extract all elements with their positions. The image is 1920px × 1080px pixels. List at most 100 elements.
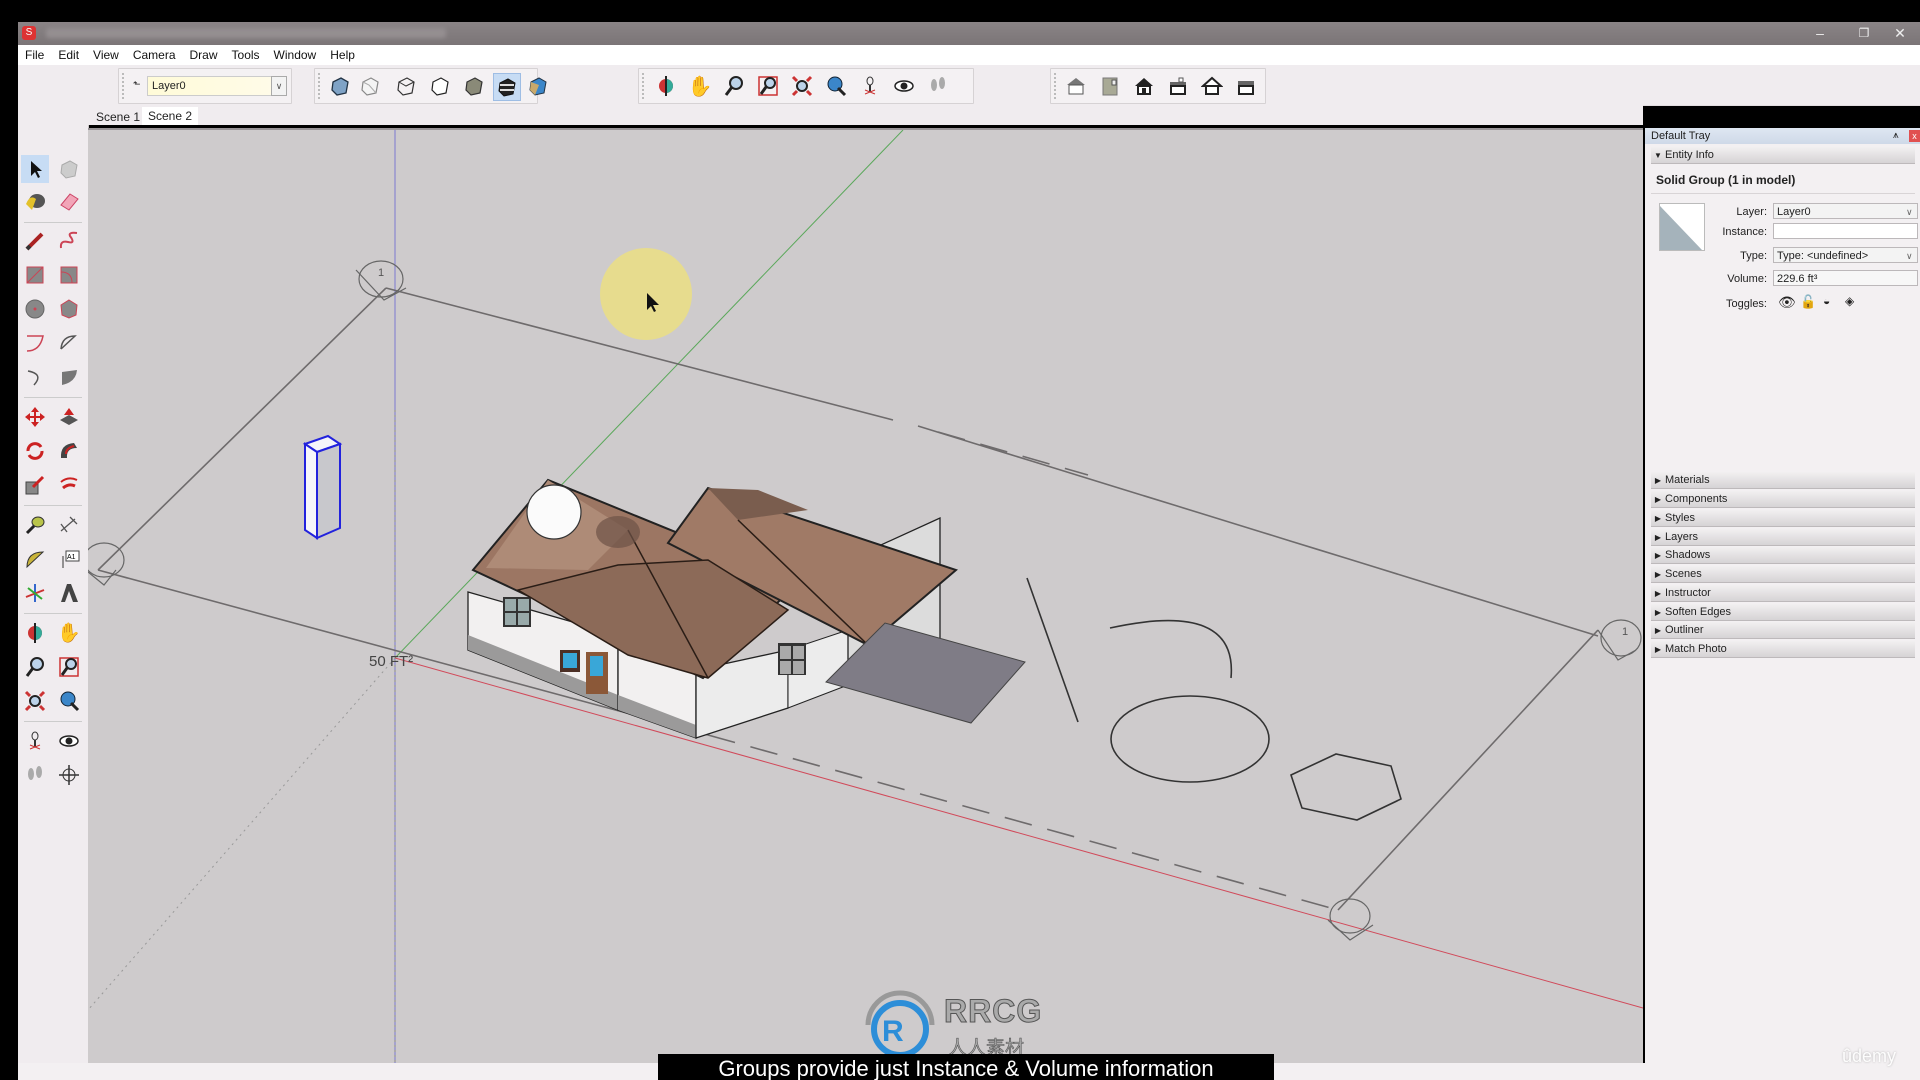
zoom-extents-icon[interactable] (789, 73, 815, 99)
freehand-icon[interactable] (55, 227, 83, 255)
previous-view-icon[interactable] (823, 73, 849, 99)
axes-icon[interactable] (21, 579, 49, 607)
pan-hand-icon[interactable]: ✋ (687, 73, 713, 99)
eraser-icon[interactable] (55, 187, 83, 215)
push-pull-icon[interactable] (55, 403, 83, 431)
panel-match-photo[interactable]: ▶ Match Photo (1651, 641, 1915, 658)
right-view-icon[interactable] (1165, 73, 1191, 99)
walk-footprints-icon[interactable] (925, 73, 951, 99)
pan-hand-icon[interactable]: ✋ (55, 619, 83, 647)
position-camera-icon[interactable] (21, 727, 49, 755)
menu-window[interactable]: Window (267, 45, 324, 65)
orbit-icon[interactable] (21, 619, 49, 647)
xray-style-icon[interactable] (327, 73, 353, 99)
menu-tools[interactable]: Tools (225, 45, 267, 65)
dimension-icon[interactable] (55, 511, 83, 539)
rotated-rectangle-icon[interactable] (55, 261, 83, 289)
rectangle-icon[interactable] (21, 261, 49, 289)
model-viewport[interactable]: 1 1 50 FT² R RRCG 人人素材 (88, 128, 1643, 1065)
wireframe-style-icon[interactable] (393, 73, 419, 99)
menu-view[interactable]: View (86, 45, 126, 65)
shaded-style-icon[interactable] (461, 73, 487, 99)
orbit-icon[interactable] (653, 73, 679, 99)
tape-measure-icon[interactable] (21, 511, 49, 539)
polygon-icon[interactable] (55, 295, 83, 323)
hexagon-object[interactable] (1290, 753, 1402, 821)
look-around-eye-icon[interactable] (55, 727, 83, 755)
circle-object[interactable] (1110, 695, 1270, 783)
panel-outliner[interactable]: ▶ Outliner (1651, 622, 1915, 639)
look-around-eye-icon[interactable] (891, 73, 917, 99)
panel-scenes[interactable]: ▶ Scenes (1651, 566, 1915, 583)
zoom-icon[interactable] (21, 653, 49, 681)
front-view-icon[interactable] (1131, 73, 1157, 99)
menu-file[interactable]: File (18, 45, 51, 65)
move-icon[interactable] (21, 403, 49, 431)
instance-input[interactable] (1773, 223, 1918, 239)
panel-soften-edges[interactable]: ▶ Soften Edges (1651, 604, 1915, 621)
pin-icon[interactable]: ⩚ (1893, 128, 1899, 144)
circle-icon[interactable] (21, 295, 49, 323)
panel-materials[interactable]: ▶ Materials (1651, 472, 1915, 489)
type-select[interactable]: Type: <undefined> ∨ (1773, 247, 1918, 263)
menu-edit[interactable]: Edit (51, 45, 86, 65)
zoom-extents-icon[interactable] (21, 687, 49, 715)
menu-help[interactable]: Help (323, 45, 362, 65)
arc-icon[interactable] (21, 329, 49, 357)
close-icon[interactable]: ✕ (1878, 22, 1920, 45)
select-arrow-icon[interactable] (21, 155, 49, 183)
layer-select[interactable]: Layer0 ∨ (1773, 203, 1918, 219)
panel-styles[interactable]: ▶ Styles (1651, 510, 1915, 527)
two-point-arc-icon[interactable] (55, 329, 83, 357)
text-label-icon[interactable]: A1 (55, 545, 83, 573)
walk-footprints-icon[interactable] (21, 761, 49, 789)
panel-layers[interactable]: ▶ Layers (1651, 529, 1915, 546)
layer-dropdown[interactable]: Layer0 (147, 76, 273, 96)
visibility-eye-icon[interactable]: 👁 (1778, 294, 1796, 311)
panel-components[interactable]: ▶ Components (1651, 491, 1915, 508)
zoom-icon[interactable] (721, 73, 747, 99)
iso-view-icon[interactable] (1063, 73, 1089, 99)
lock-icon[interactable]: 🔓 (1800, 294, 1816, 310)
back-edges-style-icon[interactable] (357, 73, 383, 99)
make-component-icon[interactable] (55, 155, 83, 183)
entity-info-panel-header[interactable]: ▼ Entity Info (1651, 147, 1915, 164)
sphere-object[interactable] (526, 484, 582, 540)
close-tray-icon[interactable]: x (1909, 130, 1920, 142)
tab-scene-1[interactable]: Scene 1 (90, 108, 146, 126)
shaded-textures-style-icon[interactable] (493, 73, 521, 101)
receive-shadows-icon[interactable]: ◒ (1823, 294, 1830, 308)
paint-bucket-icon[interactable] (21, 187, 49, 215)
chevron-down-icon[interactable]: ∨ (271, 76, 287, 96)
scale-icon[interactable] (21, 471, 49, 499)
top-view-icon[interactable] (1097, 73, 1123, 99)
follow-me-icon[interactable] (55, 437, 83, 465)
cast-shadows-icon[interactable]: ◈ (1845, 294, 1854, 308)
previous-view-icon[interactable] (55, 687, 83, 715)
panel-shadows[interactable]: ▶ Shadows (1651, 547, 1915, 564)
menu-draw[interactable]: Draw (183, 45, 225, 65)
section-plane-icon[interactable] (55, 761, 83, 789)
three-point-arc-icon[interactable] (21, 363, 49, 391)
position-camera-icon[interactable] (857, 73, 883, 99)
zoom-window-icon[interactable] (755, 73, 781, 99)
layer-cursor-icon: ⬑ (133, 79, 141, 89)
back-view-icon[interactable] (1199, 73, 1225, 99)
line-object[interactable] (1026, 577, 1079, 723)
hidden-line-style-icon[interactable] (427, 73, 453, 99)
zoom-window-icon[interactable] (55, 653, 83, 681)
menu-camera[interactable]: Camera (126, 45, 183, 65)
left-view-icon[interactable] (1233, 73, 1259, 99)
offset-icon[interactable] (55, 471, 83, 499)
minimize-icon[interactable]: – (1798, 22, 1842, 45)
rotate-icon[interactable] (21, 437, 49, 465)
monochrome-style-icon[interactable] (525, 73, 551, 99)
pencil-line-icon[interactable] (21, 227, 49, 255)
pie-icon[interactable] (55, 363, 83, 391)
solid-group-box[interactable] (302, 434, 343, 540)
panel-instructor[interactable]: ▶ Instructor (1651, 585, 1915, 602)
arc-object[interactable] (1109, 619, 1233, 679)
protractor-icon[interactable] (21, 545, 49, 573)
3d-text-icon[interactable] (55, 579, 83, 607)
tab-scene-2[interactable]: Scene 2 (142, 107, 199, 125)
